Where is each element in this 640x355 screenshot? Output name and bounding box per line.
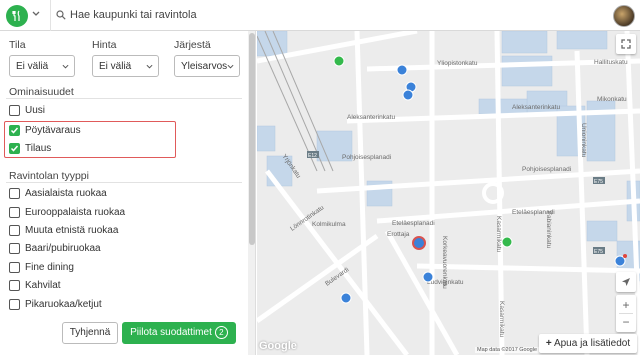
svg-text:Aleksanterinkatu: Aleksanterinkatu [512,104,560,111]
svg-text:Aleksanterinkatu: Aleksanterinkatu [347,114,395,121]
map-marker-green[interactable] [333,55,345,67]
map-marker-blue[interactable] [614,255,626,267]
checkbox[interactable] [9,280,20,291]
map-marker-red[interactable] [623,254,627,258]
fullscreen-icon [621,39,631,49]
svg-text:Unioninkatu: Unioninkatu [580,123,587,158]
map-view[interactable]: Yliopistonkatu Hallituskatu Mikonkatu Al… [257,31,640,355]
checkbox[interactable] [9,262,20,273]
chevron-down-icon [146,64,153,69]
zoom-in-icon[interactable]: + [622,297,629,313]
restaurant-logo-icon[interactable] [6,5,28,27]
checkbox-label: Uusi [25,105,46,116]
map-marker-blue[interactable] [422,271,434,283]
checkbox-european[interactable]: Eurooppalaista ruokaa [9,206,125,219]
divider [6,98,242,99]
checkbox-label: Eurooppalaista ruokaa [25,207,126,218]
filter-count-badge: 2 [214,326,228,339]
price-select[interactable]: Ei väliä [92,55,159,77]
svg-text:Eteläesplanadi: Eteläesplanadi [392,220,435,227]
location-arrow-icon [622,278,630,286]
map-marker-green[interactable] [501,236,513,248]
svg-text:Kasarmikatu: Kasarmikatu [498,301,505,338]
search-bar[interactable]: Hae kaupunki tai ravintola [50,0,590,31]
svg-text:Pohjoisesplanadi: Pohjoisesplanadi [342,154,391,161]
restaurant-type-heading: Ravintolan tyyppi [9,170,89,182]
map-marker-blue[interactable] [402,89,414,101]
map-marker-blue[interactable] [340,292,352,304]
status-filter-label: Tila [9,39,26,51]
my-location-button[interactable] [616,272,636,292]
svg-text:Korkeavuorenkatu: Korkeavuorenkatu [441,236,448,289]
svg-text:E75: E75 [594,249,603,255]
checkbox-label: Kahvilat [25,280,61,291]
status-select-value: Ei väliä [16,61,49,72]
google-logo: Google [259,340,297,352]
checkbox[interactable] [9,299,20,310]
chevron-down-icon[interactable] [31,9,41,19]
highlight-box [4,121,176,158]
checkbox-label: Baari/pubiruokaa [25,243,101,254]
chevron-down-icon [227,64,234,69]
svg-text:Pohjoisesplanadi: Pohjoisesplanadi [522,166,571,173]
checkbox[interactable] [9,105,20,116]
svg-text:E12: E12 [308,153,317,159]
search-input[interactable]: Hae kaupunki tai ravintola [70,9,197,21]
hide-filters-button[interactable]: Piilota suodattimet 2 [122,322,236,344]
scrollbar-thumb[interactable] [249,33,255,245]
checkbox-label: Muuta etnistä ruokaa [25,225,119,236]
fullscreen-button[interactable] [616,34,636,54]
zoom-controls[interactable]: + − [616,295,636,332]
svg-text:E75: E75 [594,179,603,185]
search-icon [56,10,66,20]
features-heading: Ominaisuudet [9,86,74,98]
checkbox-asian[interactable]: Aasialaista ruokaa [9,187,107,200]
help-label: Apua ja lisätiedot [553,338,631,349]
checkbox-other-ethnic[interactable]: Muuta etnistä ruokaa [9,224,118,237]
checkbox[interactable] [9,188,20,199]
plus-icon: + [545,338,552,349]
sort-label: Järjestä [174,39,211,51]
price-filter-label: Hinta [92,39,117,51]
checkbox[interactable] [9,207,20,218]
checkbox-label: Pikaruokaa/ketjut [25,299,102,310]
checkbox-bar-pub[interactable]: Baari/pubiruokaa [9,242,101,255]
map-attribution[interactable]: Map data ©2017 Google [475,347,540,353]
chevron-down-icon [62,64,69,69]
svg-text:Erottaja: Erottaja [387,231,410,238]
checkbox-fast-food[interactable]: Pikaruokaa/ketjut [9,298,102,311]
checkbox[interactable] [9,243,20,254]
price-select-value: Ei väliä [99,61,132,72]
filter-panel: Tila Hinta Järjestä Ei väliä Ei väliä Yl… [0,31,256,355]
checkbox-label: Aasialaista ruokaa [25,188,107,199]
checkbox[interactable] [9,225,20,236]
clear-button[interactable]: Tyhjennä [62,322,118,344]
divider [6,182,242,183]
svg-text:Kasarmikatu: Kasarmikatu [495,216,502,253]
svg-text:Mikonkatu: Mikonkatu [597,96,627,103]
map-marker-selected[interactable] [412,236,426,250]
sort-select[interactable]: Yleisarvos [174,55,240,77]
checkbox-new[interactable]: Uusi [9,104,45,117]
checkbox-fine-dining[interactable]: Fine dining [9,261,74,274]
hide-filters-label: Piilota suodattimet [130,327,212,338]
status-select[interactable]: Ei väliä [9,55,75,77]
top-bar: Hae kaupunki tai ravintola [0,0,640,31]
svg-text:Hallituskatu: Hallituskatu [594,59,628,66]
sort-select-value: Yleisarvos [181,61,228,72]
checkbox-label: Fine dining [25,262,74,273]
svg-text:Yliopistonkatu: Yliopistonkatu [437,60,478,67]
zoom-out-icon[interactable]: − [619,313,633,330]
help-button[interactable]: + Apua ja lisätiedot [539,334,637,353]
svg-text:Fabianinkatu: Fabianinkatu [545,211,552,249]
filter-footer: Tyhjennä Piilota suodattimet 2 [0,313,248,355]
checkbox-cafes[interactable]: Kahvilat [9,279,61,292]
map-marker-blue[interactable] [396,64,408,76]
svg-text:Kolmikulma: Kolmikulma [312,221,346,228]
user-avatar[interactable] [613,5,635,27]
map-canvas[interactable]: Yliopistonkatu Hallituskatu Mikonkatu Al… [257,31,640,355]
